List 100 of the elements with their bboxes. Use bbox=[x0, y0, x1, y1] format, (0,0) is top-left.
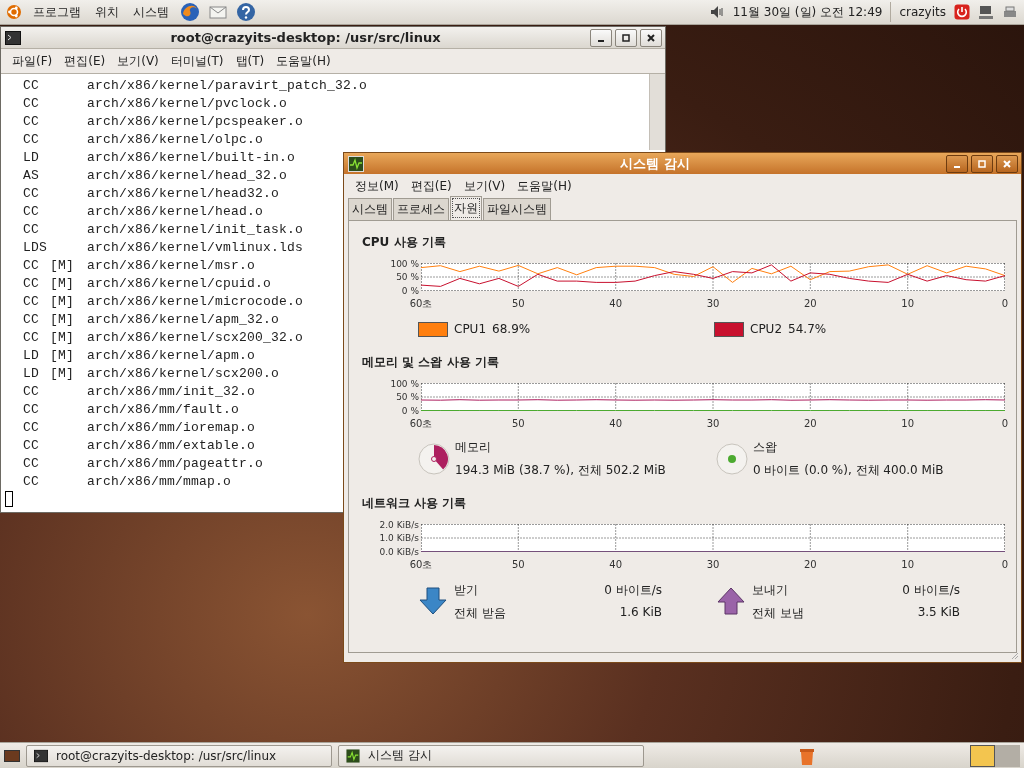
build-path: arch/x86/kernel/apm_32.o bbox=[87, 311, 280, 327]
axis-label: 50 bbox=[510, 298, 526, 310]
maximize-button[interactable] bbox=[615, 28, 637, 47]
build-step: LDS bbox=[5, 239, 50, 255]
axis-label: 0 bbox=[1000, 298, 1010, 310]
close-icon bbox=[1002, 158, 1012, 169]
build-step: CC bbox=[5, 329, 50, 345]
build-step: CC bbox=[5, 401, 50, 417]
gauge-label: 메모리 bbox=[455, 439, 492, 456]
axis-label: 20 bbox=[802, 298, 818, 310]
menu-item[interactable]: 도움말(H) bbox=[512, 175, 577, 197]
build-step: CC bbox=[5, 275, 50, 291]
build-step: CC bbox=[5, 437, 50, 453]
gauge-detail: 194.3 MiB (38.7 %), 전체 502.2 MiB bbox=[455, 462, 666, 479]
menu-item[interactable]: 보기(V) bbox=[458, 175, 511, 197]
globe-icon[interactable] bbox=[180, 2, 200, 22]
panel-menu[interactable]: 위치 bbox=[92, 3, 122, 21]
build-step: CC bbox=[5, 311, 50, 327]
build-path: arch/x86/mm/init_32.o bbox=[87, 383, 256, 399]
menu-item[interactable]: 파일(F) bbox=[7, 50, 58, 72]
menu-item[interactable]: 정보(M) bbox=[350, 175, 404, 197]
panel-clock[interactable]: 11월 30일 (일) 오전 12:49 bbox=[732, 3, 883, 21]
module-label: [M] bbox=[50, 257, 74, 273]
build-step: CC bbox=[5, 203, 50, 219]
tab[interactable]: 자원 bbox=[450, 196, 482, 220]
help-icon[interactable] bbox=[236, 2, 256, 22]
stat-label: 받기 bbox=[454, 582, 479, 599]
axis-label: 20 bbox=[802, 418, 818, 430]
axis-label: 0 bbox=[1000, 418, 1010, 430]
build-path: arch/x86/kernel/microcode.o bbox=[87, 293, 304, 309]
desktop-icon[interactable] bbox=[4, 747, 20, 764]
computer-icon[interactable] bbox=[978, 4, 994, 20]
build-path: arch/x86/kernel/vmlinux.lds bbox=[87, 239, 304, 255]
cpu-usage: 54.7% bbox=[788, 322, 827, 336]
axis-label: 10 bbox=[900, 559, 915, 571]
tab[interactable]: 프로세스 bbox=[393, 198, 449, 220]
window-title: 시스템 감시 bbox=[619, 154, 691, 173]
close-button[interactable] bbox=[996, 154, 1018, 173]
stat-label: 전체 받음 bbox=[454, 605, 507, 622]
stat-value: 0 바이트/s bbox=[603, 582, 662, 599]
axis-label: 1.0 KiB/s bbox=[379, 533, 419, 543]
build-path: arch/x86/kernel/msr.o bbox=[87, 257, 256, 273]
menu-item[interactable]: 편집(E) bbox=[405, 175, 457, 197]
color-swatch[interactable] bbox=[418, 321, 448, 337]
volume-icon[interactable] bbox=[708, 4, 725, 20]
power-icon[interactable] bbox=[954, 4, 970, 20]
terminal-icon bbox=[34, 748, 48, 763]
gauge-label: 스왑 bbox=[753, 439, 778, 456]
build-step: CC bbox=[5, 95, 50, 111]
maximize-icon bbox=[621, 32, 631, 43]
axis-label: 0 % bbox=[401, 285, 419, 296]
module-label: [M] bbox=[50, 275, 74, 291]
close-button[interactable] bbox=[640, 28, 662, 47]
panel-menu[interactable]: 프로그램 bbox=[30, 3, 84, 21]
resize-grip-icon[interactable] bbox=[1009, 650, 1019, 660]
task-button[interactable]: 시스템 감시 bbox=[338, 744, 644, 767]
section-heading: CPU 사용 기록 bbox=[362, 234, 447, 251]
printer-icon[interactable] bbox=[1002, 4, 1018, 20]
menu-item[interactable]: 탭(T) bbox=[230, 50, 270, 72]
axis-label: 10 bbox=[900, 298, 915, 310]
color-swatch[interactable] bbox=[714, 321, 744, 337]
build-path: arch/x86/mm/extable.o bbox=[87, 437, 256, 453]
cpu-usage: 68.9% bbox=[492, 322, 531, 336]
section-heading: 메모리 및 스왑 사용 기록 bbox=[362, 354, 500, 371]
scrollbar[interactable] bbox=[649, 74, 665, 150]
axis-label: 50 % bbox=[396, 392, 419, 402]
build-step: CC bbox=[5, 293, 50, 309]
task-button[interactable]: root@crazyits-desktop: /usr/src/linux bbox=[26, 744, 332, 767]
terminal-icon[interactable] bbox=[5, 29, 21, 46]
build-step: LD bbox=[5, 365, 50, 381]
stat-value: 0 바이트/s bbox=[901, 582, 960, 599]
user-name[interactable]: crazyits bbox=[899, 5, 946, 19]
menu-item[interactable]: 도움말(H) bbox=[271, 50, 336, 72]
build-path: arch/x86/kernel/paravirt_patch_32.o bbox=[87, 77, 368, 93]
build-path: arch/x86/kernel/head_32.o bbox=[87, 167, 288, 183]
axis-label: 0 % bbox=[401, 405, 419, 416]
minimize-icon bbox=[598, 39, 604, 42]
logo-icon[interactable] bbox=[6, 4, 22, 20]
panel-menu[interactable]: 시스템 bbox=[130, 3, 172, 21]
minimize-button[interactable] bbox=[590, 28, 612, 47]
module-label: [M] bbox=[50, 365, 74, 381]
build-path: arch/x86/kernel/pcspeaker.o bbox=[87, 113, 304, 129]
axis-label: 100 % bbox=[390, 378, 419, 389]
build-path: arch/x86/kernel/scx200.o bbox=[87, 365, 280, 381]
cpu-label: CPU2 bbox=[750, 322, 783, 336]
workspace-switcher[interactable] bbox=[970, 744, 1020, 767]
section-heading: 네트워크 사용 기록 bbox=[362, 495, 468, 512]
menu-item[interactable]: 터미널(T) bbox=[165, 50, 229, 72]
axis-label: 2.0 KiB/s bbox=[379, 519, 419, 530]
build-step: CC bbox=[5, 419, 50, 435]
axis-label: 60초 bbox=[408, 559, 434, 571]
tab[interactable]: 파일시스템 bbox=[483, 198, 551, 220]
module-label: [M] bbox=[50, 347, 74, 363]
maximize-button[interactable] bbox=[971, 154, 993, 173]
monitor-icon[interactable] bbox=[348, 155, 364, 172]
menu-item[interactable]: 보기(V) bbox=[112, 50, 164, 72]
minimize-button[interactable] bbox=[946, 154, 968, 173]
menu-item[interactable]: 편집(E) bbox=[59, 50, 111, 72]
build-step: AS bbox=[5, 167, 50, 183]
tab[interactable]: 시스템 bbox=[348, 198, 392, 220]
